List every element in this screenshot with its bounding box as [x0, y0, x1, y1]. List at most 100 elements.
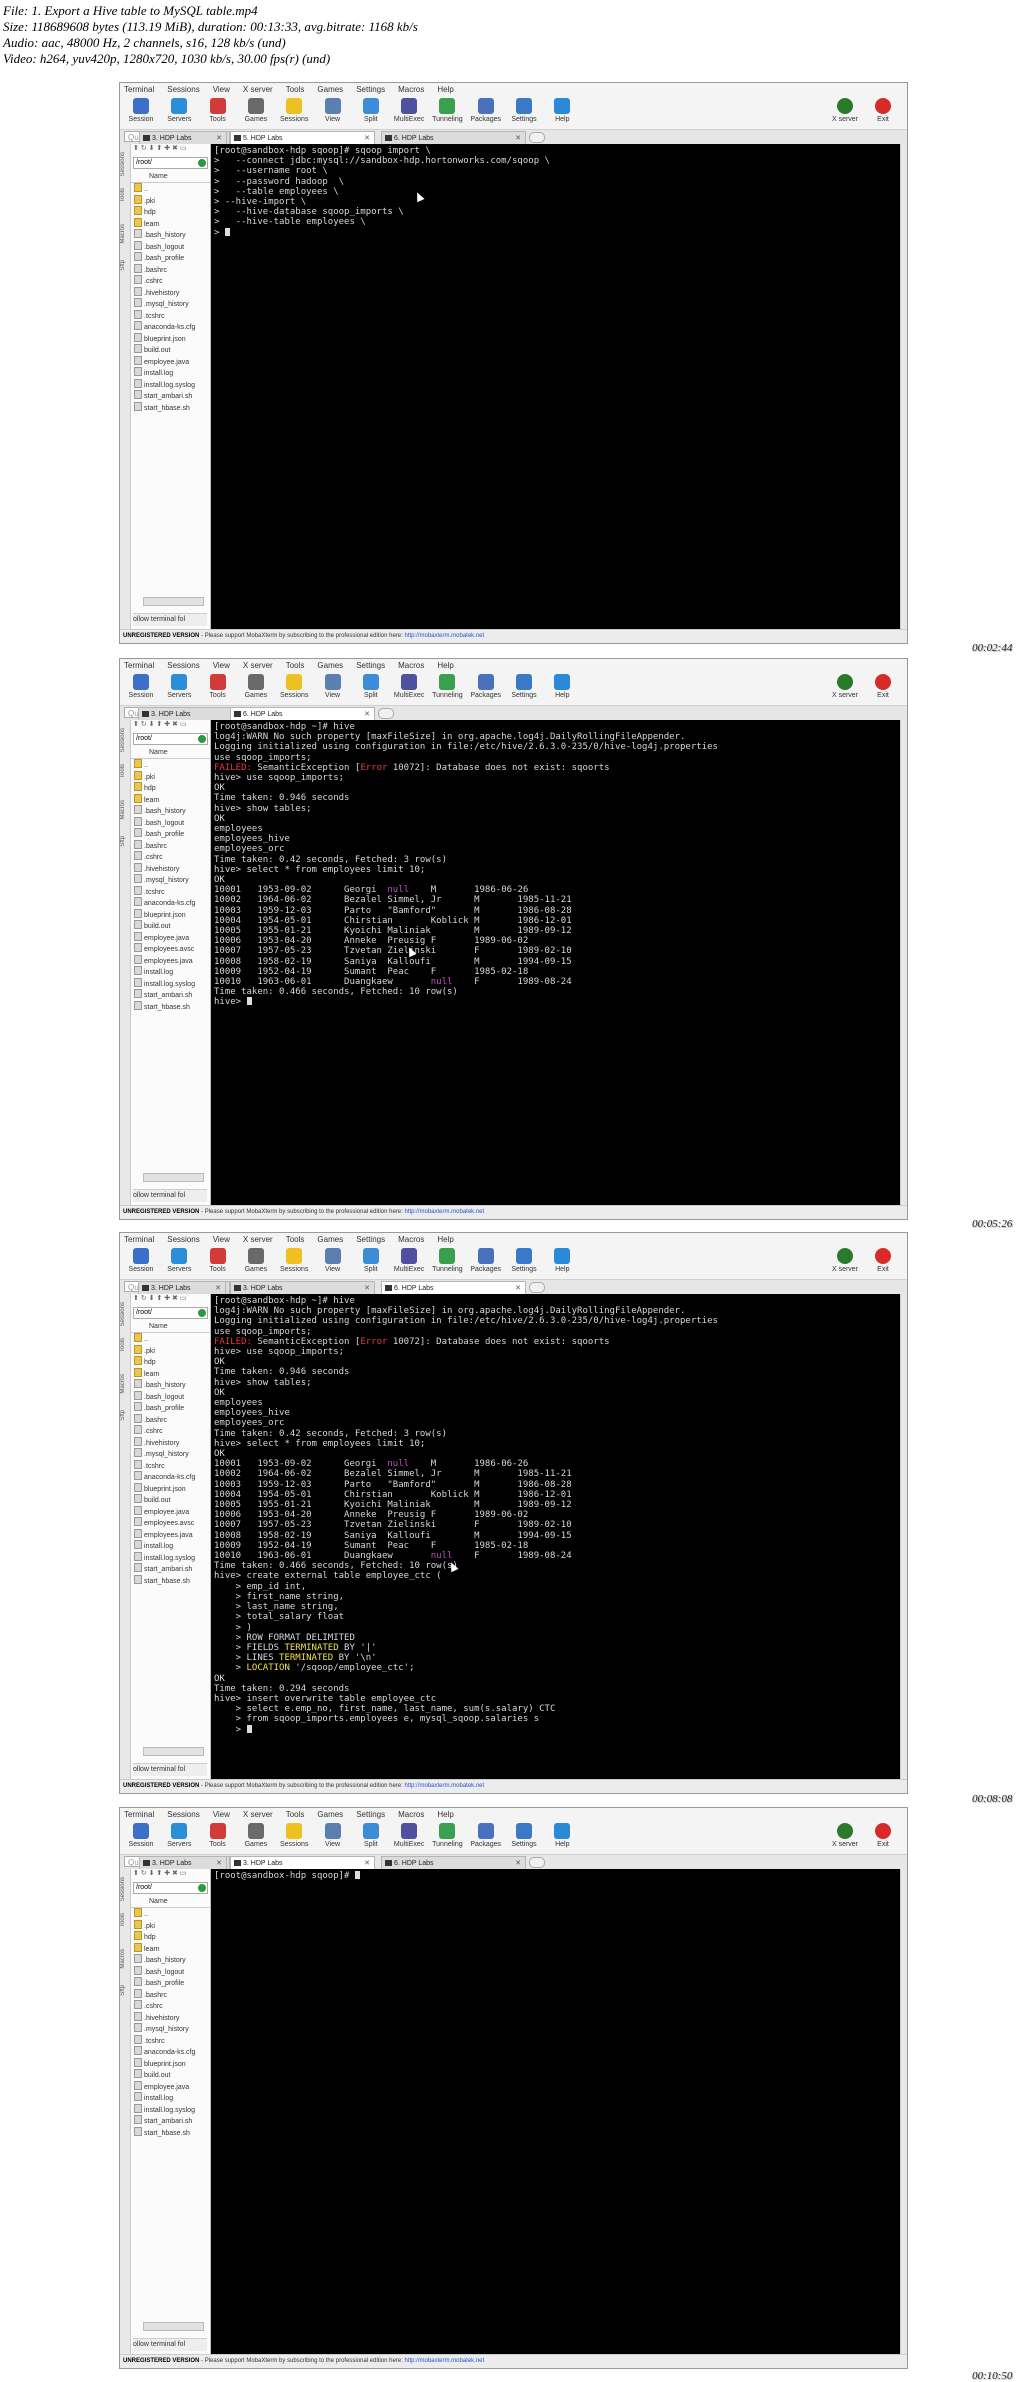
file-list-item[interactable]: .cshrc [131, 275, 210, 287]
file-list-item[interactable]: install.log [131, 2092, 210, 2104]
menu-item-tools[interactable]: Tools [286, 661, 305, 670]
exit-button[interactable]: Exit [865, 1823, 901, 1848]
menu-item-tools[interactable]: Tools [286, 1235, 305, 1244]
confirm-path-icon[interactable] [198, 159, 206, 167]
view-button[interactable]: View [315, 674, 351, 699]
tab-session-2[interactable]: 3. HDP Labs ✕ [230, 1856, 375, 1869]
file-list-item[interactable]: build.out [131, 2069, 210, 2081]
file-list-item[interactable]: blueprint.json [131, 2057, 210, 2070]
games-button[interactable]: Games [238, 1823, 274, 1848]
file-list-item[interactable]: install.log [131, 367, 210, 379]
menu-item-view[interactable]: View [213, 1810, 230, 1819]
tab-session-3[interactable]: 6. HDP Labs ✕ [381, 1281, 526, 1294]
file-list-item[interactable]: hdp [131, 782, 210, 794]
file-list-item[interactable]: .bash_logout [131, 1965, 210, 1978]
file-list-item[interactable]: employee.java [131, 931, 210, 944]
file-list-item[interactable]: build.out [131, 1494, 210, 1506]
file-list-item[interactable]: .bashrc [131, 1988, 210, 2001]
menu-item-games[interactable]: Games [317, 1235, 343, 1244]
file-list-item[interactable]: .pki [131, 1919, 210, 1932]
tab-session-1[interactable]: 3. HDP Labs✕ [138, 1281, 226, 1294]
tools-button[interactable]: Tools [200, 1248, 236, 1273]
exit-button[interactable]: Exit [865, 98, 901, 123]
follow-terminal-folder-checkbox[interactable]: ollow terminal fol [133, 1763, 207, 1776]
session-button[interactable]: Session [123, 674, 159, 699]
file-list-item[interactable]: learn [131, 1367, 210, 1380]
multiexec-button[interactable]: MultiExec [391, 1823, 427, 1848]
menu-item-x-server[interactable]: X server [243, 1235, 273, 1244]
tab-session-2[interactable]: 5. HDP Labs ✕ [230, 131, 375, 144]
file-list-item[interactable]: .tcshrc [131, 2034, 210, 2047]
file-list-item[interactable]: start_hbase.sh [131, 1574, 210, 1587]
follow-terminal-folder-checkbox[interactable]: ollow terminal fol [133, 1189, 207, 1202]
games-button[interactable]: Games [238, 1248, 274, 1273]
tab-session-1[interactable]: 3. HDP Labs✕ [139, 131, 227, 144]
mobaxterm-link[interactable]: http://mobaxterm.mobatek.net [404, 1783, 484, 1789]
menu-item-terminal[interactable]: Terminal [124, 1235, 154, 1244]
file-list-item[interactable]: .tcshrc [131, 1459, 210, 1472]
mobaxterm-link[interactable]: http://mobaxterm.mobatek.net [404, 1209, 484, 1215]
menu-item-view[interactable]: View [213, 85, 230, 94]
vertical-tab-sftp[interactable]: Sftp [120, 1410, 130, 1421]
file-list-item[interactable]: .bash_profile [131, 252, 210, 264]
sidebar-horizontal-scrollbar[interactable] [143, 1173, 204, 1182]
file-list-item[interactable]: .bash_logout [131, 816, 210, 829]
file-list-item[interactable]: hdp [131, 206, 210, 218]
file-list-item[interactable]: blueprint.json [131, 908, 210, 921]
file-list-item[interactable]: employees.avsc [131, 943, 210, 955]
file-list-item[interactable]: .bash_logout [131, 1390, 210, 1403]
file-list-item[interactable]: hdp [131, 1356, 210, 1368]
settings-button[interactable]: Settings [506, 1248, 542, 1273]
x-server-button[interactable]: X server [827, 674, 863, 699]
session-button[interactable]: Session [123, 1248, 159, 1273]
file-list-item[interactable]: .bash_history [131, 1954, 210, 1966]
servers-button[interactable]: Servers [161, 1823, 197, 1848]
file-list-item[interactable]: employee.java [131, 355, 210, 368]
sessions-button[interactable]: Sessions [276, 674, 312, 699]
help-button[interactable]: Help [544, 98, 580, 123]
terminal-scrollbar[interactable] [900, 1869, 907, 2355]
file-list-item[interactable]: .bash_logout [131, 240, 210, 253]
menu-item-macros[interactable]: Macros [398, 85, 424, 94]
help-button[interactable]: Help [544, 1823, 580, 1848]
menu-item-terminal[interactable]: Terminal [124, 85, 154, 94]
exit-button[interactable]: Exit [865, 1248, 901, 1273]
menu-item-macros[interactable]: Macros [398, 661, 424, 670]
file-list-item[interactable]: .mysql_history [131, 2023, 210, 2035]
menu-item-sessions[interactable]: Sessions [167, 661, 199, 670]
file-list-item[interactable]: .hivehistory [131, 286, 210, 299]
packages-button[interactable]: Packages [468, 1823, 504, 1848]
file-list-item[interactable]: anaconda-ks.cfg [131, 321, 210, 333]
menu-item-help[interactable]: Help [437, 661, 453, 670]
games-button[interactable]: Games [238, 674, 274, 699]
file-list-item[interactable]: blueprint.json [131, 1482, 210, 1495]
servers-button[interactable]: Servers [161, 674, 197, 699]
menu-item-view[interactable]: View [213, 1235, 230, 1244]
file-list-item[interactable]: anaconda-ks.cfg [131, 897, 210, 909]
split-button[interactable]: Split [353, 98, 389, 123]
file-list-item[interactable]: employees.java [131, 1528, 210, 1541]
help-button[interactable]: Help [544, 674, 580, 699]
servers-button[interactable]: Servers [161, 98, 197, 123]
file-list-item[interactable]: .pki [131, 1344, 210, 1357]
file-list-item[interactable]: install.log [131, 966, 210, 978]
packages-button[interactable]: Packages [468, 98, 504, 123]
sidebar-horizontal-scrollbar[interactable] [143, 1747, 204, 1756]
tools-button[interactable]: Tools [200, 1823, 236, 1848]
vertical-tab-macros[interactable]: Macros [120, 1949, 130, 1969]
file-list-item[interactable]: employee.java [131, 1505, 210, 1518]
x-server-button[interactable]: X server [827, 98, 863, 123]
packages-button[interactable]: Packages [468, 1248, 504, 1273]
vertical-tab-sftp[interactable]: Sftp [120, 1985, 130, 1996]
file-list-item[interactable]: .pki [131, 770, 210, 783]
file-list-item[interactable]: learn [131, 793, 210, 806]
menu-item-x-server[interactable]: X server [243, 1810, 273, 1819]
confirm-path-icon[interactable] [198, 1884, 206, 1892]
file-list-item[interactable]: blueprint.json [131, 332, 210, 345]
menu-item-sessions[interactable]: Sessions [167, 1810, 199, 1819]
file-list-item[interactable]: .cshrc [131, 2000, 210, 2012]
terminal-output[interactable]: [root@sandbox-hdp sqoop]# [211, 1869, 901, 2355]
file-list-item[interactable]: .. [131, 183, 210, 195]
session-button[interactable]: Session [123, 98, 159, 123]
file-list-item[interactable]: install.log.syslog [131, 2103, 210, 2116]
